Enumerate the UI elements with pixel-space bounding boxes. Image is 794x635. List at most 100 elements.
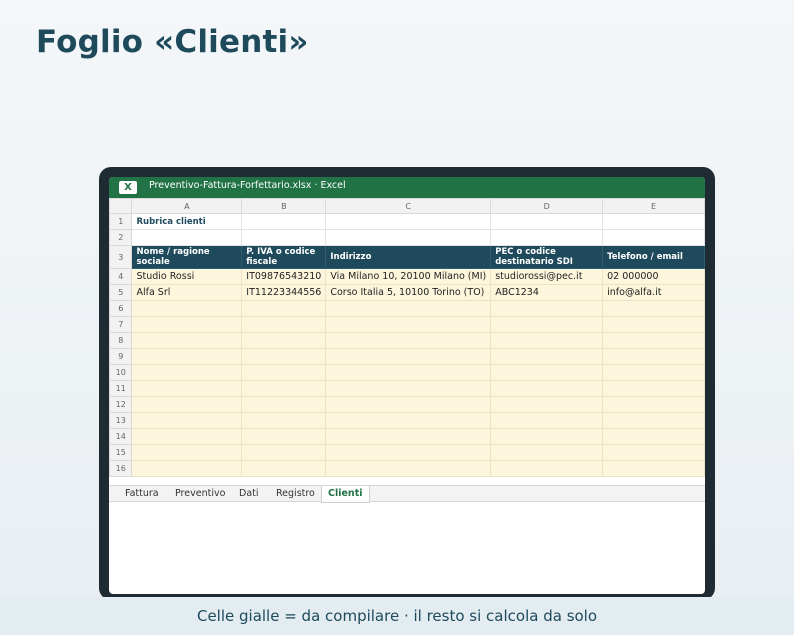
row-number[interactable]: 14 <box>109 428 133 445</box>
empty-input-cell[interactable] <box>325 396 492 413</box>
cell[interactable] <box>602 213 705 230</box>
empty-input-cell[interactable] <box>490 316 604 333</box>
empty-input-cell[interactable] <box>325 332 492 349</box>
empty-input-cell[interactable] <box>602 332 705 349</box>
sheet-caption-cell[interactable]: Rubrica clienti <box>131 213 243 230</box>
row-number[interactable]: 3 <box>109 245 133 269</box>
empty-input-cell[interactable] <box>131 316 243 333</box>
row-number[interactable]: 10 <box>109 364 133 381</box>
cell[interactable] <box>490 229 604 246</box>
empty-input-cell[interactable] <box>131 444 243 461</box>
empty-input-cell[interactable] <box>241 444 327 461</box>
row-number[interactable]: 4 <box>109 268 133 285</box>
cell[interactable] <box>131 229 243 246</box>
empty-input-cell[interactable] <box>602 300 705 317</box>
cell-pec[interactable]: studiorossi@pec.it <box>490 268 604 285</box>
cell-name[interactable]: Alfa Srl <box>131 284 243 301</box>
cell[interactable] <box>241 213 327 230</box>
select-all-corner[interactable] <box>109 198 133 214</box>
row-number[interactable]: 13 <box>109 412 133 429</box>
empty-input-cell[interactable] <box>131 348 243 365</box>
row-number[interactable]: 9 <box>109 348 133 365</box>
empty-input-cell[interactable] <box>241 348 327 365</box>
row-number[interactable]: 16 <box>109 460 133 477</box>
empty-input-cell[interactable] <box>131 460 243 477</box>
empty-input-cell[interactable] <box>602 348 705 365</box>
tab-clienti[interactable]: Clienti <box>321 486 370 503</box>
empty-input-cell[interactable] <box>241 380 327 397</box>
empty-input-cell[interactable] <box>131 332 243 349</box>
cell-name[interactable]: Studio Rossi <box>131 268 243 285</box>
empty-input-cell[interactable] <box>490 444 604 461</box>
empty-input-cell[interactable] <box>241 316 327 333</box>
empty-input-cell[interactable] <box>241 364 327 381</box>
header-cell-address[interactable]: Indirizzo <box>325 245 492 269</box>
empty-input-cell[interactable] <box>131 300 243 317</box>
empty-input-cell[interactable] <box>241 396 327 413</box>
row-number[interactable]: 2 <box>109 229 133 246</box>
row-number[interactable]: 6 <box>109 300 133 317</box>
empty-input-cell[interactable] <box>490 364 604 381</box>
empty-input-cell[interactable] <box>602 444 705 461</box>
empty-input-cell[interactable] <box>241 428 327 445</box>
cell[interactable] <box>602 229 705 246</box>
empty-input-cell[interactable] <box>241 460 327 477</box>
empty-input-cell[interactable] <box>241 332 327 349</box>
empty-input-cell[interactable] <box>490 300 604 317</box>
empty-input-cell[interactable] <box>602 428 705 445</box>
row-number[interactable]: 11 <box>109 380 133 397</box>
cell-contact[interactable]: 02 000000 <box>602 268 705 285</box>
empty-input-cell[interactable] <box>490 380 604 397</box>
cell-vat[interactable]: IT11223344556 <box>241 284 327 301</box>
cell-vat[interactable]: IT09876543210 <box>241 268 327 285</box>
cell[interactable] <box>241 229 327 246</box>
empty-input-cell[interactable] <box>602 380 705 397</box>
empty-input-cell[interactable] <box>131 396 243 413</box>
empty-input-cell[interactable] <box>602 460 705 477</box>
header-cell-contact[interactable]: Telefono / email <box>602 245 705 269</box>
empty-input-cell[interactable] <box>490 412 604 429</box>
row-number[interactable]: 1 <box>109 213 133 230</box>
tab-dati[interactable]: Dati <box>233 486 265 502</box>
row-number[interactable]: 15 <box>109 444 133 461</box>
empty-input-cell[interactable] <box>131 364 243 381</box>
header-cell-pec[interactable]: PEC o codice destinatario SDI <box>490 245 604 269</box>
empty-input-cell[interactable] <box>241 300 327 317</box>
empty-input-cell[interactable] <box>490 428 604 445</box>
row-number[interactable]: 12 <box>109 396 133 413</box>
empty-input-cell[interactable] <box>602 412 705 429</box>
row-number[interactable]: 7 <box>109 316 133 333</box>
cell[interactable] <box>490 213 604 230</box>
empty-input-cell[interactable] <box>131 428 243 445</box>
header-cell-name[interactable]: Nome / ragione sociale <box>131 245 243 269</box>
empty-input-cell[interactable] <box>241 412 327 429</box>
empty-input-cell[interactable] <box>131 380 243 397</box>
column-header-d[interactable]: D <box>490 198 604 214</box>
tab-registro[interactable]: Registro <box>270 486 321 502</box>
cell[interactable] <box>325 229 492 246</box>
column-header-c[interactable]: C <box>325 198 492 214</box>
empty-input-cell[interactable] <box>602 364 705 381</box>
empty-input-cell[interactable] <box>325 428 492 445</box>
empty-input-cell[interactable] <box>602 396 705 413</box>
empty-input-cell[interactable] <box>325 348 492 365</box>
empty-input-cell[interactable] <box>490 348 604 365</box>
empty-input-cell[interactable] <box>325 444 492 461</box>
row-number[interactable]: 5 <box>109 284 133 301</box>
column-header-b[interactable]: B <box>241 198 327 214</box>
empty-input-cell[interactable] <box>490 396 604 413</box>
cell-contact[interactable]: info@alfa.it <box>602 284 705 301</box>
empty-input-cell[interactable] <box>325 316 492 333</box>
empty-input-cell[interactable] <box>490 332 604 349</box>
tab-preventivo[interactable]: Preventivo <box>169 486 231 502</box>
empty-input-cell[interactable] <box>325 364 492 381</box>
empty-input-cell[interactable] <box>325 412 492 429</box>
empty-input-cell[interactable] <box>490 460 604 477</box>
cell-pec[interactable]: ABC1234 <box>490 284 604 301</box>
empty-input-cell[interactable] <box>325 460 492 477</box>
cell[interactable] <box>325 213 492 230</box>
tab-fattura[interactable]: Fattura <box>119 486 165 502</box>
cell-address[interactable]: Via Milano 10, 20100 Milano (MI) <box>325 268 492 285</box>
header-cell-vat[interactable]: P. IVA o codice fiscale <box>241 245 327 269</box>
row-number[interactable]: 8 <box>109 332 133 349</box>
